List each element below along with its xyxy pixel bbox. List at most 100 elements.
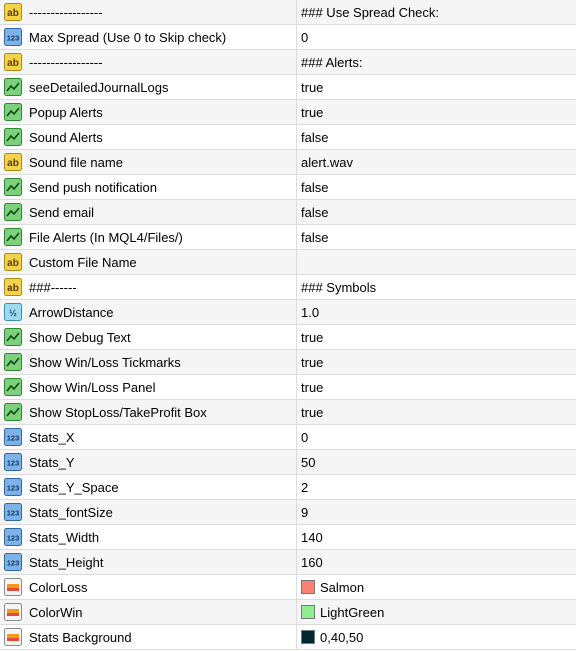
svg-text:123: 123 (7, 34, 20, 43)
input-value[interactable]: alert.wav (301, 155, 353, 170)
input-name-cell: ab Sound file name (0, 150, 297, 174)
input-value[interactable]: true (301, 380, 323, 395)
input-value[interactable]: 0,40,50 (320, 630, 363, 645)
input-name: Show Win/Loss Panel (29, 379, 156, 395)
input-name: Stats_Y_Space (29, 479, 119, 495)
input-value-cell[interactable]: Salmon (297, 575, 576, 599)
input-value-cell[interactable]: true (297, 100, 576, 124)
input-value[interactable]: true (301, 405, 323, 420)
input-name: File Alerts (In MQL4/Files/) (29, 229, 183, 245)
input-value-cell[interactable]: true (297, 325, 576, 349)
input-value-cell[interactable]: ### Alerts: (297, 50, 576, 74)
input-value[interactable]: 9 (301, 505, 308, 520)
input-value[interactable]: true (301, 80, 323, 95)
string-icon: ab (4, 153, 22, 171)
input-value-cell[interactable] (297, 250, 576, 274)
input-name-cell: Show Debug Text (0, 325, 297, 349)
input-row[interactable]: 123 Stats_X 0 (0, 425, 576, 450)
input-row[interactable]: Sound Alerts false (0, 125, 576, 150)
input-value-cell[interactable]: ### Symbols (297, 275, 576, 299)
color-swatch[interactable] (301, 580, 315, 594)
color-swatch[interactable] (301, 605, 315, 619)
input-value[interactable]: 0 (301, 430, 308, 445)
input-value-cell[interactable]: 160 (297, 550, 576, 574)
input-row[interactable]: ab ----------------- ### Use Spread Check: (0, 0, 576, 25)
input-row[interactable]: 123 Stats_Height 160 (0, 550, 576, 575)
input-name-cell: 123 Stats_fontSize (0, 500, 297, 524)
input-row[interactable]: Show Win/Loss Tickmarks true (0, 350, 576, 375)
input-value[interactable]: true (301, 105, 323, 120)
input-value-cell[interactable]: true (297, 375, 576, 399)
input-value-cell[interactable]: LightGreen (297, 600, 576, 624)
input-value[interactable]: 160 (301, 555, 323, 570)
input-value[interactable]: 50 (301, 455, 315, 470)
input-row[interactable]: seeDetailedJournalLogs true (0, 75, 576, 100)
input-value[interactable]: ### Symbols (301, 280, 376, 295)
input-value-cell[interactable]: 1.0 (297, 300, 576, 324)
input-name-cell: seeDetailedJournalLogs (0, 75, 297, 99)
input-row[interactable]: ab ###------ ### Symbols (0, 275, 576, 300)
input-value-cell[interactable]: 0,40,50 (297, 625, 576, 649)
input-name: Stats_fontSize (29, 504, 113, 520)
input-value-cell[interactable]: 140 (297, 525, 576, 549)
input-row[interactable]: Popup Alerts true (0, 100, 576, 125)
input-value[interactable]: false (301, 230, 328, 245)
input-value-cell[interactable]: alert.wav (297, 150, 576, 174)
input-value-cell[interactable]: true (297, 400, 576, 424)
input-row[interactable]: ab Custom File Name (0, 250, 576, 275)
input-value[interactable]: true (301, 330, 323, 345)
input-row[interactable]: 123 Stats_Width 140 (0, 525, 576, 550)
integer-icon: 123 (4, 553, 22, 571)
input-value-cell[interactable]: ### Use Spread Check: (297, 0, 576, 24)
color-swatch[interactable] (301, 630, 315, 644)
input-value[interactable]: true (301, 355, 323, 370)
input-row[interactable]: 123 Stats_fontSize 9 (0, 500, 576, 525)
input-value-cell[interactable]: true (297, 350, 576, 374)
input-value-cell[interactable]: 2 (297, 475, 576, 499)
input-row[interactable]: 123 Stats_Y_Space 2 (0, 475, 576, 500)
input-row[interactable]: ColorLoss Salmon (0, 575, 576, 600)
input-name: Custom File Name (29, 254, 137, 270)
input-row[interactable]: 123 Max Spread (Use 0 to Skip check) 0 (0, 25, 576, 50)
input-value[interactable]: false (301, 180, 328, 195)
input-value[interactable]: 2 (301, 480, 308, 495)
input-row[interactable]: File Alerts (In MQL4/Files/) false (0, 225, 576, 250)
input-row[interactable]: ab ----------------- ### Alerts: (0, 50, 576, 75)
input-value[interactable]: Salmon (320, 580, 364, 595)
input-name-cell: 123 Stats_Y (0, 450, 297, 474)
input-value-cell[interactable]: false (297, 125, 576, 149)
input-value[interactable]: 1.0 (301, 305, 319, 320)
input-row[interactable]: ab Sound file name alert.wav (0, 150, 576, 175)
input-row[interactable]: Stats Background 0,40,50 (0, 625, 576, 650)
input-row[interactable]: ColorWin LightGreen (0, 600, 576, 625)
input-value-cell[interactable]: 0 (297, 25, 576, 49)
input-name: Sound Alerts (29, 129, 103, 145)
input-value-cell[interactable]: false (297, 200, 576, 224)
input-value-cell[interactable]: 0 (297, 425, 576, 449)
input-value-cell[interactable]: 9 (297, 500, 576, 524)
input-value-cell[interactable]: false (297, 175, 576, 199)
input-value-cell[interactable]: 50 (297, 450, 576, 474)
input-row[interactable]: ½ ArrowDistance 1.0 (0, 300, 576, 325)
input-row[interactable]: Show Win/Loss Panel true (0, 375, 576, 400)
double-icon: ½ (4, 303, 22, 321)
input-row[interactable]: Show Debug Text true (0, 325, 576, 350)
input-value[interactable]: false (301, 130, 328, 145)
input-value-cell[interactable]: true (297, 75, 576, 99)
input-row[interactable]: Send push notification false (0, 175, 576, 200)
input-row[interactable]: Show StopLoss/TakeProfit Box true (0, 400, 576, 425)
inputs-grid: ab ----------------- ### Use Spread Check:… (0, 0, 576, 650)
svg-text:123: 123 (7, 559, 20, 568)
input-value[interactable]: ### Alerts: (301, 55, 362, 70)
input-value[interactable]: 0 (301, 30, 308, 45)
input-name-cell: 123 Stats_Height (0, 550, 297, 574)
input-value-cell[interactable]: false (297, 225, 576, 249)
input-value[interactable]: 140 (301, 530, 323, 545)
input-value[interactable]: false (301, 205, 328, 220)
input-row[interactable]: 123 Stats_Y 50 (0, 450, 576, 475)
input-value[interactable]: LightGreen (320, 605, 384, 620)
input-value[interactable]: ### Use Spread Check: (301, 5, 439, 20)
svg-text:ab: ab (7, 258, 19, 269)
input-row[interactable]: Send email false (0, 200, 576, 225)
integer-icon: 123 (4, 428, 22, 446)
